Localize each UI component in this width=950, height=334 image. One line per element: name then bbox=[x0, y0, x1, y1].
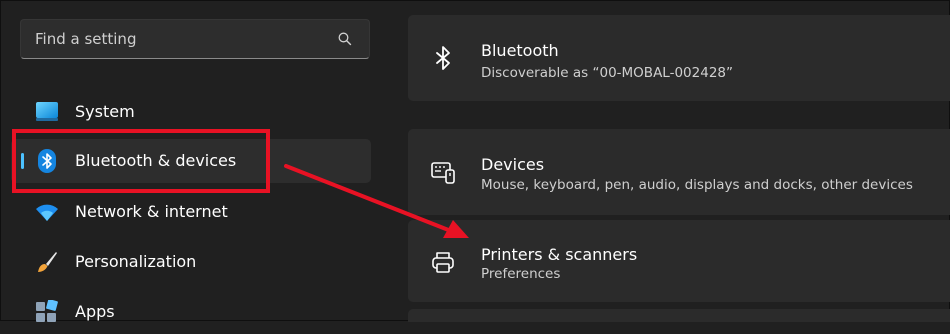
sidebar-item-personalization[interactable]: Personalization bbox=[11, 240, 371, 284]
sidebar-item-apps[interactable]: Apps bbox=[11, 290, 371, 334]
card-printers-scanners[interactable]: Printers & scanners Preferences bbox=[408, 220, 950, 302]
card-title: Devices bbox=[481, 155, 545, 174]
search-icon[interactable] bbox=[337, 31, 353, 47]
sidebar-item-network-internet[interactable]: Network & internet bbox=[11, 190, 371, 234]
search-input[interactable] bbox=[21, 20, 321, 58]
card-partial bbox=[408, 309, 950, 322]
sidebar-item-label: Apps bbox=[75, 302, 115, 321]
card-subtitle: Preferences bbox=[481, 266, 561, 282]
sidebar-item-label: Personalization bbox=[75, 252, 197, 271]
card-title: Bluetooth bbox=[481, 41, 559, 60]
sidebar-item-label: System bbox=[75, 102, 135, 121]
bluetooth-icon bbox=[436, 46, 450, 70]
paintbrush-icon bbox=[38, 252, 57, 272]
settings-window: System Bluetooth & devices Network & int… bbox=[0, 0, 950, 322]
apps-icon bbox=[36, 300, 58, 322]
wifi-icon bbox=[36, 204, 58, 221]
devices-icon bbox=[431, 162, 455, 184]
card-subtitle: Discoverable as “00-MOBAL-002428” bbox=[481, 65, 733, 81]
card-subtitle: Mouse, keyboard, pen, audio, displays an… bbox=[481, 177, 913, 193]
card-devices[interactable]: Devices Mouse, keyboard, pen, audio, dis… bbox=[408, 129, 950, 215]
sidebar-item-label: Network & internet bbox=[75, 202, 228, 221]
card-bluetooth[interactable]: Bluetooth Discoverable as “00-MOBAL-0024… bbox=[408, 15, 950, 101]
card-title: Printers & scanners bbox=[481, 245, 638, 264]
printer-icon bbox=[432, 252, 454, 273]
annotation-highlight-box bbox=[12, 129, 270, 193]
sidebar-item-system[interactable]: System bbox=[11, 90, 371, 134]
search-box[interactable] bbox=[20, 19, 370, 59]
monitor-icon bbox=[36, 102, 58, 121]
